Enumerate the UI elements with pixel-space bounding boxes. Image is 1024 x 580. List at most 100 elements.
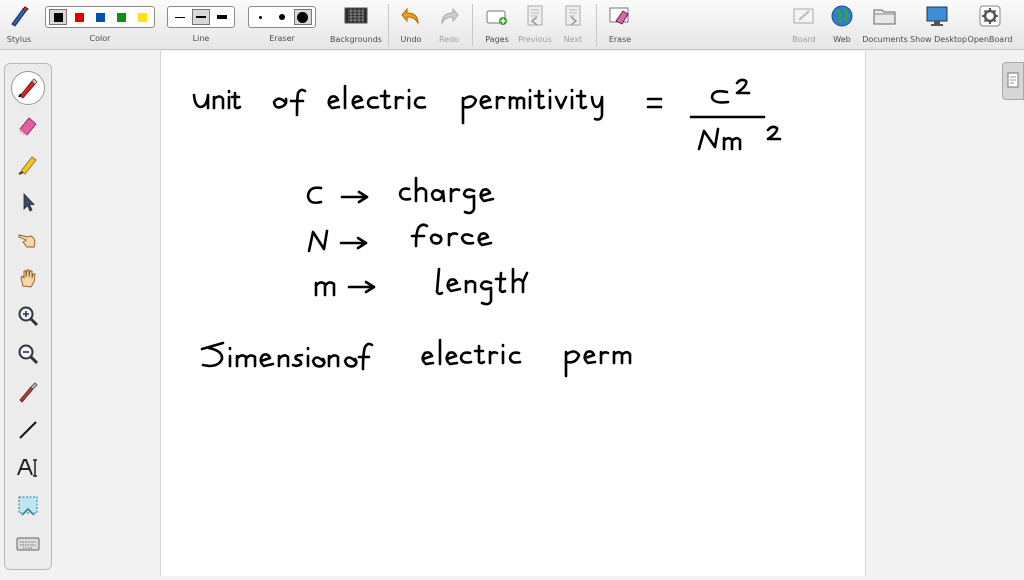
stylus-label: Stylus	[6, 35, 32, 44]
color-palette	[45, 6, 155, 28]
eraser-medium-option[interactable]	[273, 9, 291, 25]
hand-tool-button[interactable]	[11, 261, 45, 295]
zoom-out-tool-button[interactable]	[11, 337, 45, 371]
show-desktop-label: Show Desktop	[910, 35, 968, 44]
selector-tool-button[interactable]	[11, 185, 45, 219]
text-icon	[17, 459, 37, 477]
backgrounds-button[interactable]: Backgrounds	[330, 3, 382, 47]
next-page-icon	[560, 3, 586, 29]
documents-label: Documents	[862, 35, 908, 44]
next-page-button[interactable]: Next	[558, 3, 588, 47]
highlighter-icon	[18, 156, 37, 175]
redo-arrow-icon	[436, 3, 462, 29]
line-tool-button[interactable]	[11, 413, 45, 447]
ink-line-m-length	[314, 267, 529, 306]
backgrounds-label: Backgrounds	[330, 35, 382, 44]
undo-label: Undo	[400, 35, 422, 44]
eraser-size-options	[248, 6, 316, 28]
board-icon	[791, 3, 817, 29]
toolbar-separator	[472, 4, 473, 46]
stylus-icon	[6, 3, 32, 29]
zoom-in-tool-button[interactable]	[11, 299, 45, 333]
previous-page-button[interactable]: Previous	[516, 3, 554, 47]
handwritten-ink	[192, 78, 782, 378]
page-panel-toggle-button[interactable]	[1002, 62, 1024, 100]
eraser-label: Eraser	[269, 34, 295, 43]
web-button[interactable]: Web	[828, 3, 856, 47]
ink-line-n-force	[307, 223, 493, 253]
pen-tool-button[interactable]	[11, 71, 45, 105]
redo-label: Redo	[438, 35, 460, 44]
screen-capture-icon	[18, 496, 38, 516]
documents-button[interactable]: Documents	[862, 3, 908, 47]
pen-icon	[18, 78, 38, 99]
add-page-icon	[484, 3, 510, 29]
backgrounds-grid-icon	[343, 3, 369, 29]
keyboard-tool-button[interactable]	[11, 527, 45, 561]
web-label: Web	[833, 35, 851, 44]
ink-line-unit-of-electric-permittivity	[192, 84, 663, 125]
color-blue-swatch[interactable]	[91, 9, 109, 25]
whiteboard-canvas[interactable]	[160, 51, 866, 576]
pages-thumbnail-icon	[1007, 72, 1019, 88]
grab-hand-icon	[20, 269, 36, 288]
globe-icon	[829, 3, 855, 29]
eraser-icon	[19, 117, 37, 136]
openboard-label: OpenBoard	[967, 35, 1013, 44]
interact-tool-button[interactable]	[11, 223, 45, 257]
undo-arrow-icon	[398, 3, 424, 29]
zoom-out-icon	[18, 344, 39, 365]
color-label: Color	[89, 34, 111, 43]
line-thin-option[interactable]	[171, 9, 189, 25]
highlighter-tool-button[interactable]	[11, 147, 45, 181]
redo-button[interactable]: Redo	[434, 3, 464, 47]
pages-button[interactable]: Pages	[480, 3, 514, 47]
line-icon	[19, 421, 37, 439]
eraser-tool-button[interactable]	[11, 109, 45, 143]
line-width-options	[167, 6, 235, 28]
pages-label: Pages	[485, 35, 509, 44]
monitor-icon	[924, 3, 950, 29]
zoom-in-icon	[18, 306, 39, 327]
tool-palette	[4, 63, 52, 570]
line-thick-option[interactable]	[213, 9, 231, 25]
eraser-group: Eraser	[248, 3, 316, 47]
folder-icon	[872, 3, 898, 29]
laser-pointer-tool-button[interactable]	[11, 375, 45, 409]
undo-button[interactable]: Undo	[396, 3, 426, 47]
pointing-hand-icon	[18, 234, 36, 248]
openboard-gear-icon	[977, 3, 1003, 29]
ink-fraction-c-squared-over-n-m-squared	[689, 78, 782, 151]
erase-label: Erase	[608, 35, 632, 44]
color-green-swatch[interactable]	[112, 9, 130, 25]
keyboard-icon	[16, 537, 40, 551]
arrow-cursor-icon	[23, 193, 35, 212]
laser-pointer-icon	[19, 382, 38, 403]
color-black-swatch[interactable]	[49, 9, 67, 25]
ink-line-c-charge	[306, 176, 495, 215]
line-medium-option[interactable]	[191, 9, 211, 25]
text-tool-button[interactable]	[11, 451, 45, 485]
stylus-button[interactable]: Stylus	[4, 3, 34, 47]
line-label: Line	[192, 34, 210, 43]
board-button[interactable]: Board	[790, 3, 818, 47]
show-desktop-button[interactable]: Show Desktop	[910, 3, 968, 47]
erase-button[interactable]: Erase	[604, 3, 636, 47]
capture-tool-button[interactable]	[11, 489, 45, 523]
previous-page-icon	[522, 3, 548, 29]
color-yellow-swatch[interactable]	[133, 9, 151, 25]
erase-board-icon	[607, 3, 633, 29]
next-label: Next	[563, 35, 583, 44]
color-group: Color	[45, 3, 155, 47]
previous-label: Previous	[518, 35, 552, 44]
toolbar-separator	[388, 4, 389, 46]
ink-line-dimension-of-electric-perm	[200, 338, 632, 378]
color-red-swatch[interactable]	[70, 9, 88, 25]
openboard-button[interactable]: OpenBoard	[966, 3, 1014, 47]
main-toolbar: Stylus Color Line Eraser Backgrounds Und…	[0, 0, 1024, 50]
board-label: Board	[792, 35, 816, 44]
eraser-small-option[interactable]	[252, 9, 270, 25]
line-group: Line	[167, 3, 235, 47]
eraser-large-option[interactable]	[293, 9, 313, 25]
toolbar-separator	[596, 4, 597, 46]
